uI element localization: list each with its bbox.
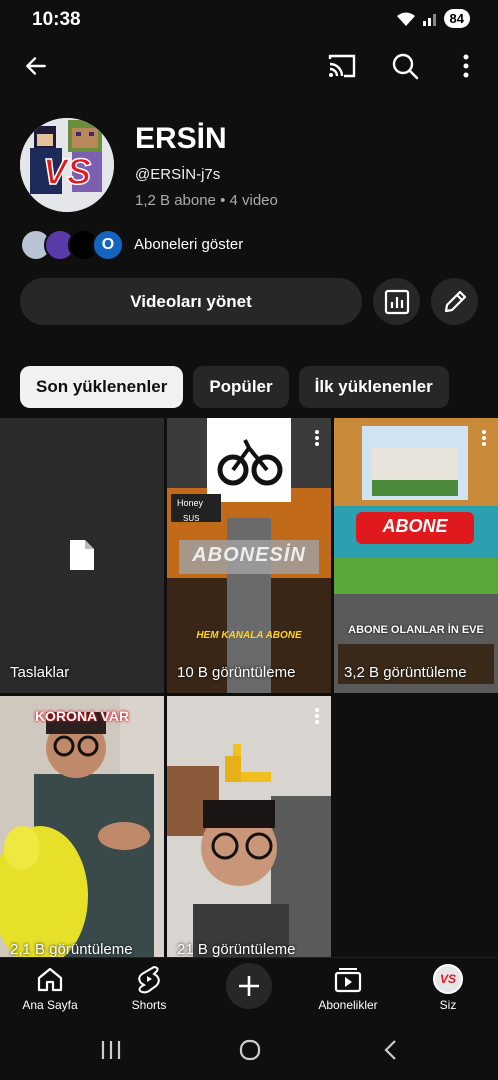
nav-shorts[interactable]: Shorts: [109, 964, 189, 1012]
avatar-text: VS: [43, 151, 91, 192]
home-circle-icon[interactable]: [239, 1039, 261, 1061]
nav-subscriptions[interactable]: Abonelikler: [308, 964, 388, 1012]
plus-icon: [239, 976, 259, 996]
video-thumbnail: [334, 418, 498, 693]
video-menu-button[interactable]: [315, 430, 321, 448]
thumb-text: HEM KANALA ABONE: [196, 630, 302, 641]
video-menu-button[interactable]: [315, 708, 321, 726]
thumb-text: ABONE: [382, 516, 448, 536]
tile-views: 10 B görüntüleme: [177, 664, 296, 681]
back-button[interactable]: [16, 46, 56, 86]
nav-label: Shorts: [131, 998, 167, 1012]
thumb-text: ABONE OLANLAR İN EVE: [348, 624, 484, 636]
nav-home[interactable]: Ana Sayfa: [10, 964, 90, 1012]
tile-label: Taslaklar: [10, 664, 70, 681]
nav-create[interactable]: [209, 962, 289, 1014]
chip-latest[interactable]: Son yüklenenler: [20, 366, 184, 408]
nav-you[interactable]: VS Siz: [408, 964, 488, 1012]
show-subscribers-label: Aboneleri göster: [134, 236, 244, 253]
drafts-tile[interactable]: Taslaklar: [0, 418, 164, 693]
tile-views: 3,2 B görüntüleme: [344, 664, 467, 681]
channel-header: VS ERSİN @ERSİN-j7s 1,2 B abone • 4 vide…: [20, 118, 480, 218]
video-thumbnail: [167, 696, 331, 958]
chip-oldest[interactable]: İlk yüklenenler: [298, 366, 449, 408]
sort-chips: Son yüklenenler Popüler İlk yüklenenler: [20, 366, 449, 408]
more-options-button[interactable]: [446, 46, 486, 86]
subscriber-avatar: O: [92, 229, 124, 261]
nav-label: Ana Sayfa: [22, 998, 78, 1012]
video-tile[interactable]: 21 B görüntüleme: [167, 696, 331, 958]
manage-videos-button[interactable]: Videoları yönet: [20, 278, 362, 325]
nav-label: Siz: [439, 998, 457, 1012]
status-icons: 84: [396, 9, 470, 28]
cast-button[interactable]: [322, 46, 362, 86]
video-grid: Taslaklar Honey SUS ABONESİN HEM KANALA …: [0, 418, 498, 958]
analytics-icon: [384, 289, 409, 314]
back-chevron-icon[interactable]: [382, 1039, 398, 1061]
avatar-image: VS: [20, 118, 114, 212]
shorts-icon: [138, 965, 160, 994]
chip-popular[interactable]: Popüler: [193, 366, 289, 408]
video-tile[interactable]: Honey SUS ABONESİN HEM KANALA ABONE 10 B…: [167, 418, 331, 693]
cast-icon: [328, 54, 356, 78]
signal-icon: [422, 13, 436, 26]
search-icon: [392, 53, 419, 80]
avatar: VS: [433, 964, 463, 994]
tile-views: 21 B görüntüleme: [177, 941, 296, 958]
tile-views: 2,1 B görüntüleme: [10, 941, 133, 958]
channel-handle: @ERSİN-j7s: [135, 166, 221, 183]
thumb-text: ABONESİN: [192, 544, 306, 566]
thumb-text: SUS: [183, 514, 200, 523]
arrow-left-icon: [26, 57, 46, 75]
channel-avatar[interactable]: VS: [20, 118, 114, 212]
top-app-bar: [0, 44, 498, 90]
video-tile[interactable]: KORONA VAR 2,1 B görüntüleme: [0, 696, 164, 958]
video-thumbnail: [0, 696, 164, 958]
pencil-icon: [444, 290, 466, 312]
home-icon: [37, 967, 63, 992]
document-icon: [70, 540, 94, 570]
subscriptions-icon: [334, 968, 362, 993]
edit-channel-button[interactable]: [431, 278, 478, 325]
status-bar: 10:38 84: [0, 0, 498, 40]
video-menu-button[interactable]: [482, 430, 488, 448]
nav-label: Abonelikler: [318, 998, 378, 1012]
channel-meta: 1,2 B abone • 4 video: [135, 192, 278, 209]
more-vertical-icon: [463, 54, 469, 78]
video-tile[interactable]: ABONE ABONE OLANLAR İN EVE 3,2 B görüntü…: [334, 418, 498, 693]
show-subscribers-row[interactable]: O Aboneleri göster: [20, 229, 480, 261]
recent-apps-icon[interactable]: [100, 1040, 122, 1060]
wifi-icon: [396, 12, 415, 26]
channel-title: ERSİN: [135, 122, 227, 155]
status-time: 10:38: [32, 9, 81, 30]
analytics-button[interactable]: [373, 278, 420, 325]
system-navigation-bar: [0, 1020, 498, 1080]
battery-indicator: 84: [443, 9, 470, 28]
thumb-text: KORONA VAR: [34, 708, 130, 724]
thumb-text: Honey: [177, 498, 204, 508]
search-button[interactable]: [385, 46, 425, 86]
bottom-navigation: Ana Sayfa Shorts Abonelikler VS Siz: [0, 957, 498, 1019]
